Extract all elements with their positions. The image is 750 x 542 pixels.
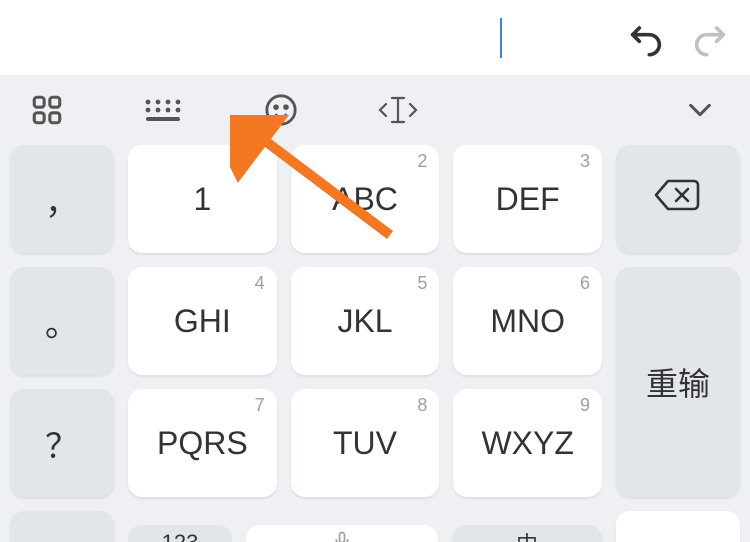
mic-icon	[332, 530, 352, 542]
apps-icon[interactable]	[30, 93, 64, 127]
key-7-pqrs[interactable]: 7 PQRS	[128, 389, 277, 497]
key-0[interactable]: 0	[616, 511, 740, 542]
key-label: GHI	[174, 303, 231, 340]
period-key[interactable]: 。	[10, 267, 114, 375]
retype-key[interactable]: 重输	[616, 267, 740, 497]
comma-key[interactable]: ，	[10, 145, 114, 253]
key-label: ？	[45, 419, 79, 468]
key-label: 1	[193, 181, 211, 218]
punctuation-column: ， 。 ？ ！ 符	[10, 145, 114, 542]
numeric-key[interactable]: 123	[128, 525, 232, 542]
key-9-wxyz[interactable]: 9 WXYZ	[453, 389, 602, 497]
collapse-keyboard-icon[interactable]	[680, 96, 720, 124]
key-label: 。	[45, 297, 79, 346]
keyboard-toolbar	[0, 75, 750, 145]
question-key[interactable]: ？	[10, 389, 114, 497]
right-column: 重输 0	[616, 145, 740, 542]
undo-redo-group	[626, 18, 730, 58]
lang-key[interactable]: 中	[452, 525, 602, 542]
key-label: MNO	[490, 303, 565, 340]
text-input-area[interactable]	[0, 0, 750, 75]
key-digit: 7	[255, 395, 265, 416]
undo-icon[interactable]	[626, 18, 666, 58]
exclaim-key[interactable]: ！	[10, 511, 114, 542]
backspace-icon	[654, 177, 702, 221]
keyboard-icon[interactable]	[144, 95, 184, 125]
redo-icon[interactable]	[690, 18, 730, 58]
key-digit: 8	[417, 395, 427, 416]
key-label: PQRS	[157, 425, 248, 462]
key-digit: 6	[580, 273, 590, 294]
key-digit: 3	[580, 151, 590, 172]
key-3-def[interactable]: 3 DEF	[453, 145, 602, 253]
key-6-mno[interactable]: 6 MNO	[453, 267, 602, 375]
key-label: 123	[162, 530, 199, 542]
key-2-abc[interactable]: 2 ABC	[291, 145, 440, 253]
key-label: 重输	[646, 359, 710, 405]
key-label: TUV	[333, 425, 397, 462]
key-label: 中	[516, 527, 538, 542]
key-4-ghi[interactable]: 4 GHI	[128, 267, 277, 375]
key-digit: 4	[255, 273, 265, 294]
key-8-tuv[interactable]: 8 TUV	[291, 389, 440, 497]
key-label: ，	[45, 175, 79, 224]
key-1[interactable]: 1	[128, 145, 277, 253]
mic-key[interactable]	[246, 525, 438, 542]
backspace-key[interactable]	[616, 145, 740, 253]
key-digit: 9	[580, 395, 590, 416]
keyboard: ， 。 ？ ！ 符 1 2 ABC 3 DEF 4 GHI 5 JKL 6 MNO 7 PQ…	[0, 145, 750, 542]
cursor-mode-icon[interactable]	[378, 94, 418, 126]
key-label: DEF	[496, 181, 560, 218]
key-label: WXYZ	[481, 425, 573, 462]
key-digit: 5	[417, 273, 427, 294]
key-digit: 2	[417, 151, 427, 172]
t9-column: 1 2 ABC 3 DEF 4 GHI 5 JKL 6 MNO 7 PQRS 8 TUV 9W…	[128, 145, 602, 542]
key-label: JKL	[337, 303, 392, 340]
key-5-jkl[interactable]: 5 JKL	[291, 267, 440, 375]
key-label: ABC	[332, 181, 398, 218]
text-cursor	[500, 18, 502, 58]
emoji-icon[interactable]	[264, 93, 298, 127]
